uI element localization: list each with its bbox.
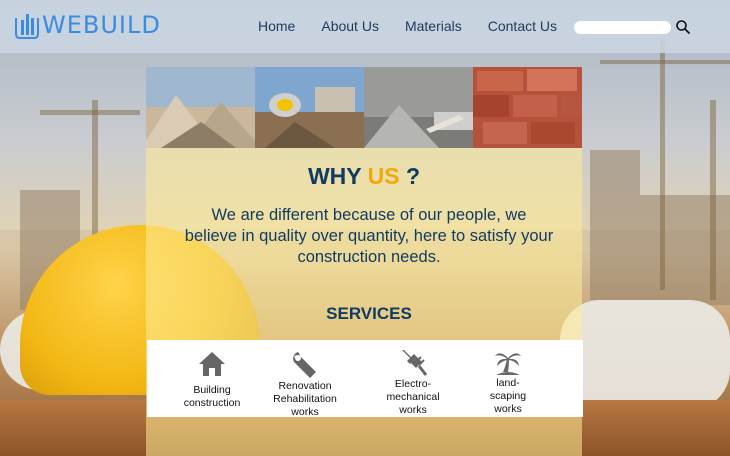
- service-landscaping[interactable]: land- scaping works: [467, 340, 549, 417]
- service-electro-mechanical[interactable]: Electro- mechanical works: [369, 340, 457, 417]
- gravel-pile-photo: [146, 67, 255, 148]
- service-label: Renovation Rehabilitation works: [273, 380, 337, 418]
- service-building-construction[interactable]: Building construction: [167, 340, 257, 417]
- materials-photo-strip: [146, 67, 582, 148]
- logo[interactable]: WEBUILD: [14, 9, 161, 41]
- nav-contact-us[interactable]: Contact Us: [488, 18, 557, 34]
- palm-tree-icon: [494, 348, 522, 376]
- nav-home[interactable]: Home: [258, 18, 295, 34]
- search-icon[interactable]: [675, 19, 691, 35]
- nav-about-us[interactable]: About Us: [321, 18, 379, 34]
- bricks-photo: [473, 67, 582, 148]
- cement-mixer-photo: [255, 67, 364, 148]
- services-list: Building construction Renovation Rehabil…: [147, 340, 583, 418]
- service-renovation[interactable]: Renovation Rehabilitation works: [259, 340, 351, 418]
- service-label: land- scaping works: [489, 377, 527, 415]
- question-mark: ?: [405, 163, 421, 189]
- services-heading: SERVICES: [326, 304, 412, 323]
- search-input[interactable]: [574, 21, 671, 34]
- brand-name: WEBUILD: [42, 11, 161, 39]
- why-word: WHY: [307, 163, 362, 189]
- service-label: Electro- mechanical works: [386, 378, 440, 416]
- plug-icon: [398, 348, 428, 378]
- house-icon: [198, 350, 226, 378]
- logo-building-icon: [14, 10, 40, 40]
- nav-materials[interactable]: Materials: [405, 18, 462, 34]
- why-us-heading: WHY US ?: [146, 163, 582, 190]
- wrench-icon: [290, 350, 320, 380]
- service-label: Building construction: [183, 384, 241, 409]
- header: WEBUILD Home About Us Materials Contact …: [0, 0, 730, 53]
- intro-text: We are different because of our people, …: [184, 206, 554, 266]
- why-us-panel: WHY US ? We are different because of our…: [146, 67, 583, 456]
- us-word: US: [367, 163, 400, 189]
- cement-trowel-photo: [364, 67, 473, 148]
- main-nav: Home About Us Materials Contact Us: [258, 18, 583, 34]
